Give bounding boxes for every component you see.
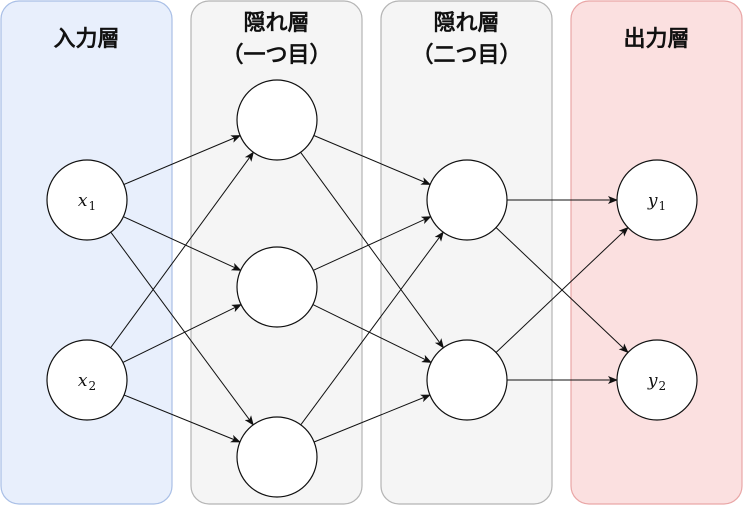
input-layer-node-1: x1 (46, 159, 128, 241)
node-subscript: 2 (88, 379, 96, 393)
hidden-layer-1-node-3 (236, 416, 318, 498)
hidden-layer-2-node-2 (426, 339, 508, 421)
node-subscript: 1 (88, 199, 96, 213)
node-variable: x (78, 371, 88, 391)
node-variable: x (78, 191, 88, 211)
hidden-layer-1-title-line-1: 隠れ層 (243, 11, 309, 36)
neural-network-diagram: 入力層隠れ層（一つ目）隠れ層（二つ目）出力層 x1x2y1y2 (0, 0, 743, 505)
input-layer-title-line-1: 入力層 (53, 27, 119, 52)
hidden-layer-2-title-line-1: 隠れ層 (433, 11, 499, 36)
hidden-layer-2-node-1 (426, 159, 508, 241)
hidden-layer-2-title-line-2: （二つ目） (411, 43, 521, 68)
node-variable: y (647, 191, 658, 211)
input-layer-node-2: x2 (46, 339, 128, 421)
hidden-layer-2-background (380, 0, 553, 505)
output-layer-panel: 出力層 (570, 0, 743, 505)
hidden-layer-1-node-1 (236, 79, 318, 161)
output-layer-node-1: y1 (616, 159, 698, 241)
node-subscript: 2 (658, 379, 666, 393)
hidden-layer-1-title-line-2: （一つ目） (221, 43, 331, 68)
input-layer-panel: 入力層 (0, 0, 173, 505)
node-variable: y (647, 371, 658, 391)
output-layer-title-line-1: 出力層 (623, 27, 689, 52)
node-subscript: 1 (658, 199, 666, 213)
output-layer-node-2: y2 (616, 339, 698, 421)
hidden-layer-1-node-2 (236, 246, 318, 328)
node-circle (236, 246, 318, 328)
output-layer-background (570, 0, 743, 505)
node-circle (236, 79, 318, 161)
input-layer-background (0, 0, 173, 505)
node-circle (236, 416, 318, 498)
node-circle (426, 159, 508, 241)
node-circle (426, 339, 508, 421)
hidden-layer-2-panel: 隠れ層 （二つ目） (380, 0, 553, 505)
